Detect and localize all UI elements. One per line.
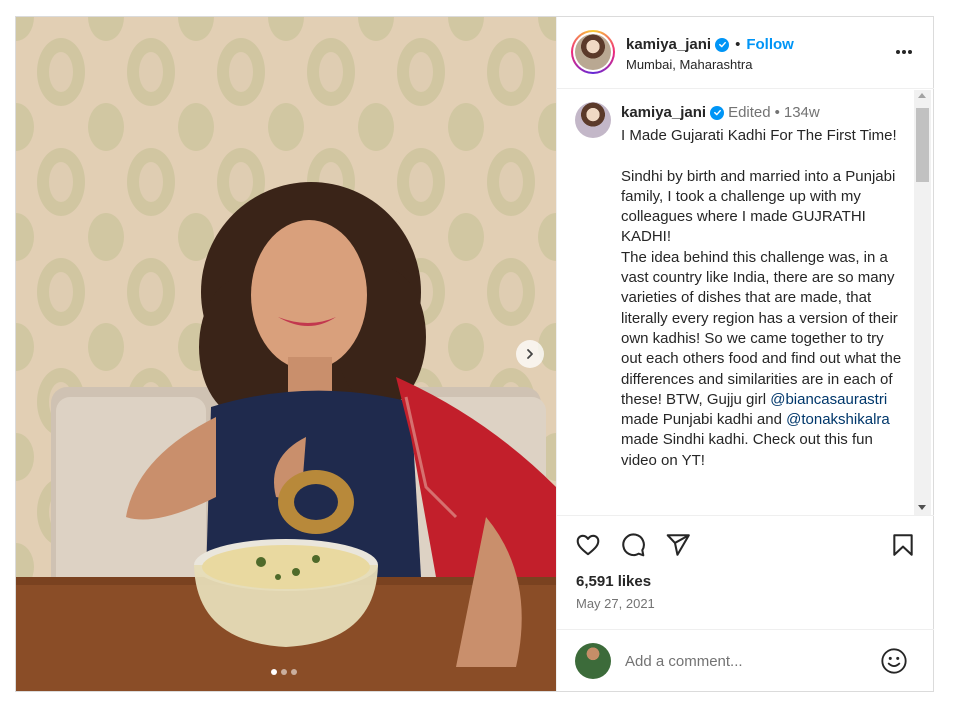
separator-dot: • <box>735 36 741 53</box>
carousel-dot-active <box>271 669 277 675</box>
caption-author-avatar[interactable] <box>575 102 611 138</box>
scroll-down-arrow-icon[interactable] <box>918 505 926 510</box>
post-media[interactable] <box>16 17 556 691</box>
chevron-right-icon <box>527 349 533 359</box>
more-options-icon <box>896 50 912 54</box>
separator-dot: • <box>774 104 780 121</box>
likes-count[interactable]: 6,591 likes <box>576 573 651 590</box>
post-side-panel: kamiya_jani • Follow Mumbai, Maharashtra… <box>556 17 934 691</box>
scroll-up-arrow-icon[interactable] <box>918 93 926 98</box>
post-date[interactable]: May 27, 2021 <box>576 596 655 611</box>
carousel-dot <box>281 669 287 675</box>
edited-label: Edited <box>728 104 771 121</box>
author-avatar[interactable] <box>571 30 615 74</box>
smiley-icon <box>881 648 907 674</box>
like-button[interactable] <box>575 532 601 563</box>
author-username[interactable]: kamiya_jani <box>626 36 711 53</box>
caption-timestamp[interactable]: 134w <box>784 104 820 121</box>
verified-badge-icon <box>710 105 725 120</box>
emoji-button[interactable] <box>880 647 908 680</box>
current-user-avatar[interactable] <box>575 643 611 679</box>
comment-input[interactable] <box>625 649 865 673</box>
carousel-dot <box>291 669 297 675</box>
share-button[interactable] <box>665 532 691 563</box>
comment-button[interactable] <box>620 532 646 563</box>
save-button[interactable] <box>890 532 916 563</box>
heart-icon <box>576 534 600 556</box>
mention-link[interactable]: @biancasaurastri <box>770 391 887 408</box>
carousel-next-button[interactable] <box>516 340 544 368</box>
carousel-indicator <box>271 669 297 675</box>
caption-text-part: I Made Gujarati Kadhi For The First Time… <box>621 127 902 408</box>
post-actions: 6,591 likes May 27, 2021 <box>557 515 934 645</box>
post-photo <box>16 17 556 691</box>
bookmark-icon <box>893 534 913 556</box>
instagram-post-modal: kamiya_jani • Follow Mumbai, Maharashtra… <box>15 16 934 692</box>
verified-badge-icon <box>715 37 730 52</box>
caption-username[interactable]: kamiya_jani <box>621 104 706 121</box>
more-options-button[interactable] <box>894 42 914 67</box>
post-header: kamiya_jani • Follow Mumbai, Maharashtra <box>557 17 934 89</box>
caption-text: I Made Gujarati Kadhi For The First Time… <box>621 126 906 471</box>
comments-scrollbar[interactable] <box>914 90 931 515</box>
header-user-line: kamiya_jani • Follow <box>626 36 794 53</box>
comment-bubble-icon <box>622 533 645 557</box>
mention-link[interactable]: @tonakshikalra <box>786 411 890 428</box>
post-location[interactable]: Mumbai, Maharashtra <box>626 57 752 72</box>
paper-plane-icon <box>666 534 690 556</box>
add-comment-bar <box>557 629 934 691</box>
scrollbar-thumb[interactable] <box>916 108 929 182</box>
caption-header: kamiya_jani Edited • 134w <box>621 104 820 121</box>
follow-button[interactable]: Follow <box>746 36 794 53</box>
comments-section[interactable]: kamiya_jani Edited • 134w I Made Gujarat… <box>557 90 934 515</box>
